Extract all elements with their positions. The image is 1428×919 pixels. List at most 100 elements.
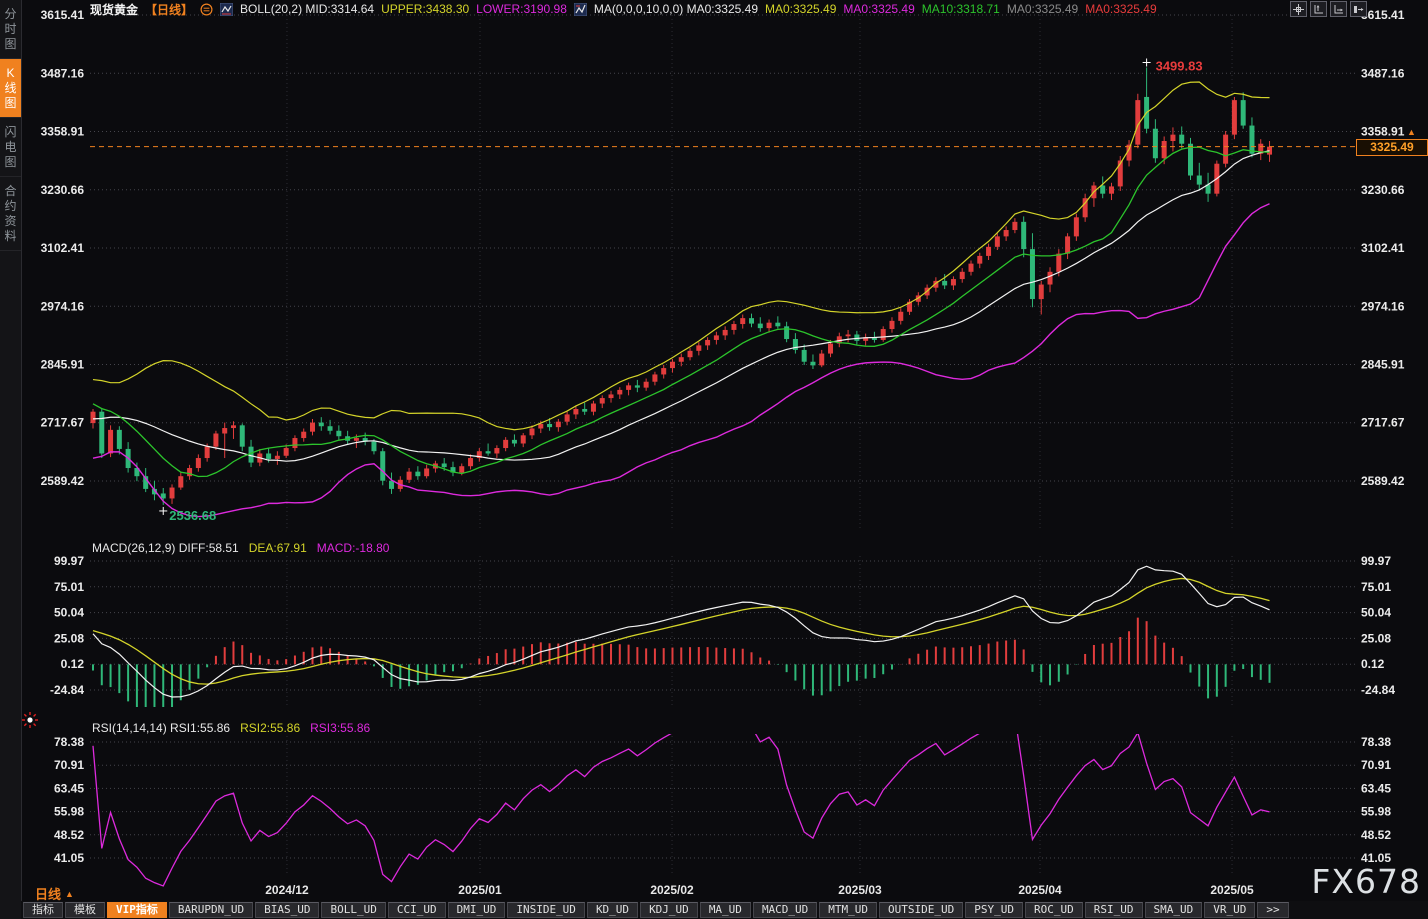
toolbar-button-模板[interactable]: 模板 — [65, 902, 105, 918]
rsi2-value: RSI2:55.86 — [240, 721, 300, 735]
axis-tick-label: 70.91 — [54, 758, 84, 772]
sidebar-tab-分时图[interactable]: 分时图 — [0, 0, 21, 59]
toolbar-button-MTM_UD[interactable]: MTM_UD — [819, 902, 877, 918]
current-price-label: 3325.49 — [1356, 139, 1428, 156]
sidebar-tab-合约资料[interactable]: 合约资料 — [0, 177, 21, 251]
toolbar-button-DMI_UD[interactable]: DMI_UD — [448, 902, 506, 918]
crosshair-icon[interactable] — [1290, 1, 1307, 17]
axis-tick-label: 2974.16 — [41, 299, 85, 313]
axis-tick-label: 75.01 — [1361, 580, 1391, 594]
axis-tick-label: 3102.41 — [1361, 241, 1405, 255]
axis-tick-label: 55.98 — [54, 805, 84, 819]
period-tag: 【日线】 — [145, 1, 193, 18]
alert-marker-icon[interactable] — [21, 711, 39, 734]
toolbar-button-VR_UD[interactable]: VR_UD — [1204, 902, 1255, 918]
axis-tick-label: 3230.66 — [41, 183, 85, 197]
toolbar-button-MACD_UD[interactable]: MACD_UD — [753, 902, 817, 918]
toolbar-button-CCI_UD[interactable]: CCI_UD — [388, 902, 446, 918]
collapse-triangle-icon: ▲ — [65, 889, 74, 899]
sidebar-tab-闪电图[interactable]: 闪电图 — [0, 118, 21, 177]
axis-tick-label: 75.01 — [54, 580, 84, 594]
boll-values: BOLL(20,2) MID:3314.64 — [240, 2, 374, 16]
axis-tick-label: 0.12 — [61, 657, 85, 671]
toolbar-button->>[interactable]: >> — [1257, 902, 1288, 918]
toolbar-button-BARUPDN_UD[interactable]: BARUPDN_UD — [169, 902, 253, 918]
axis-tick-label: 78.38 — [54, 735, 84, 749]
toolbar-button-OUTSIDE_UD[interactable]: OUTSIDE_UD — [879, 902, 963, 918]
axis-tick-label: -24.84 — [1361, 683, 1395, 697]
ma-value-6: MA0:3325.49 — [1085, 2, 1156, 16]
axis-tick-label: 78.38 — [1361, 735, 1391, 749]
axis-tick-label: 2589.42 — [1361, 474, 1405, 488]
axis-tick-label: 41.05 — [54, 851, 84, 865]
indicator-toolbar: 指标模板VIP指标BARUPDN_UDBIAS_UDBOLL_UDCCI_UDD… — [21, 901, 1428, 919]
macd-value: MACD:-18.80 — [317, 541, 390, 555]
toolbar-button-指标[interactable]: 指标 — [23, 902, 63, 918]
toolbar-button-RSI_UD[interactable]: RSI_UD — [1085, 902, 1143, 918]
toolbar-button-INSIDE_UD[interactable]: INSIDE_UD — [507, 902, 585, 918]
ma-indicator-icon[interactable] — [574, 3, 587, 16]
axis-pan-icon[interactable] — [1330, 1, 1347, 17]
sidebar-tab-K线图[interactable]: K线图 — [0, 59, 21, 118]
toolbar-button-MA_UD[interactable]: MA_UD — [700, 902, 751, 918]
boll-upper-value: UPPER:3438.30 — [381, 2, 469, 16]
boll-lower-value: LOWER:3190.98 — [476, 2, 567, 16]
axis-tick-label: 2845.91 — [41, 358, 85, 372]
axis-tick-label: 50.04 — [54, 606, 84, 620]
axis-tick-label: 3487.16 — [41, 66, 85, 80]
axis-tick-label: 50.04 — [1361, 606, 1391, 620]
boll-indicator-icon[interactable] — [220, 3, 233, 16]
toolbar-button-SMA_UD[interactable]: SMA_UD — [1145, 902, 1203, 918]
rsi1-value: RSI(14,14,14) RSI1:55.86 — [92, 721, 230, 735]
axis-tick-label: 25.08 — [1361, 631, 1391, 645]
rsi3-value: RSI3:55.86 — [310, 721, 370, 735]
toolbar-button-VIP指标[interactable]: VIP指标 — [107, 902, 167, 918]
toolbar-button-BIAS_UD[interactable]: BIAS_UD — [255, 902, 319, 918]
x-axis-month-label: 2025/02 — [650, 883, 694, 897]
axis-tick-label: 63.45 — [54, 781, 84, 795]
watermark: FX678 — [1311, 862, 1421, 901]
axis-tick-label: 70.91 — [1361, 758, 1391, 772]
left-tab-sidebar: 分时图K线图闪电图合约资料 — [0, 0, 22, 919]
rsi-panel-header: RSI(14,14,14) RSI1:55.86 RSI2:55.86 RSI3… — [92, 721, 370, 735]
axis-tick-label: 2974.16 — [1361, 299, 1405, 313]
ma-value-2: MA0:3325.49 — [765, 2, 836, 16]
ma10-value: MA10:3318.71 — [922, 2, 1000, 16]
axis-tick-label: 2589.42 — [41, 474, 85, 488]
ma-value-3: MA0:3325.49 — [843, 2, 914, 16]
price-up-arrow-icon: ▲ — [1407, 128, 1416, 137]
axis-tick-label: 3615.41 — [1361, 8, 1405, 22]
chart-settings-icon[interactable] — [200, 3, 213, 16]
axis-tick-label: 2845.91 — [1361, 358, 1405, 372]
axis-tick-label: 99.97 — [1361, 554, 1391, 568]
toolbar-button-KD_UD[interactable]: KD_UD — [587, 902, 638, 918]
x-axis-month-label: 2025/01 — [458, 883, 502, 897]
x-axis-month-label: 2025/04 — [1018, 883, 1062, 897]
axis-tick-label: 3487.16 — [1361, 66, 1405, 80]
toolbar-button-BOLL_UD[interactable]: BOLL_UD — [321, 902, 385, 918]
axis-tick-label: 3102.41 — [41, 241, 85, 255]
axis-scale-icon[interactable] — [1310, 1, 1327, 17]
axis-tick-label: 63.45 — [1361, 781, 1391, 795]
axis-tick-label: 3358.91 — [1361, 125, 1405, 139]
axis-tick-label: 55.98 — [1361, 805, 1391, 819]
shift-right-icon[interactable] — [1350, 1, 1367, 17]
low-price-annotation: 2536.68 — [169, 508, 216, 523]
axis-tick-label: -24.84 — [50, 683, 84, 697]
period-label: 日线 — [35, 887, 61, 902]
toolbar-button-KDJ_UD[interactable]: KDJ_UD — [640, 902, 698, 918]
axis-tick-label: 2717.67 — [1361, 416, 1405, 430]
toolbar-button-ROC_UD[interactable]: ROC_UD — [1025, 902, 1083, 918]
axis-tick-label: 3615.41 — [41, 8, 85, 22]
macd-diff-value: MACD(26,12,9) DIFF:58.51 — [92, 541, 239, 555]
symbol-name: 现货黄金 — [90, 1, 138, 18]
chart-header: 现货黄金 【日线】 BOLL(20,2) MID:3314.64 UPPER:3… — [90, 1, 1157, 17]
x-axis-month-label: 2025/05 — [1210, 883, 1254, 897]
high-price-annotation: 3499.83 — [1156, 58, 1203, 73]
x-axis-month-label: 2024/12 — [265, 883, 309, 897]
price-chart-canvas[interactable]: 3615.413615.413487.163487.163358.913358.… — [0, 0, 1428, 919]
chart-toolbar — [1290, 1, 1367, 17]
x-axis-month-label: 2025/03 — [838, 883, 882, 897]
toolbar-button-PSY_UD[interactable]: PSY_UD — [965, 902, 1023, 918]
axis-tick-label: 48.52 — [1361, 828, 1391, 842]
